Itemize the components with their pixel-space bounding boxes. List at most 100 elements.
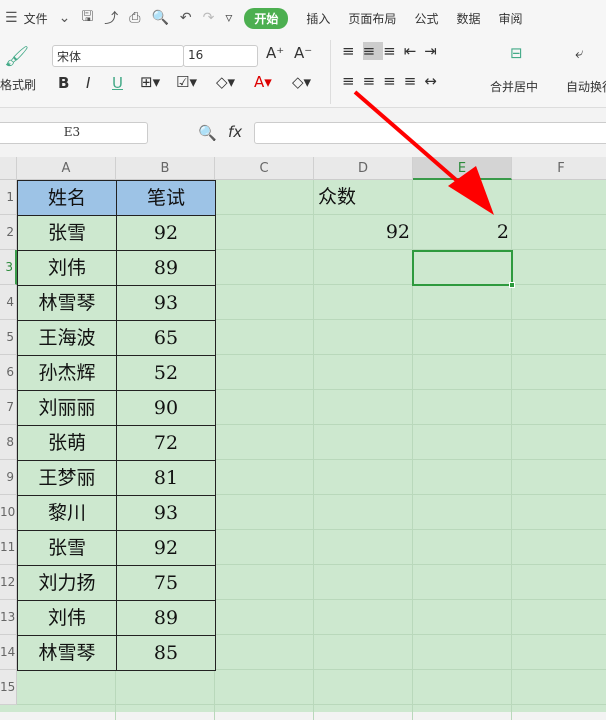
more-icon[interactable]: ▿ <box>225 10 232 26</box>
table-cell[interactable]: 89 <box>116 250 216 286</box>
table-cell[interactable]: 孙杰辉 <box>17 355 117 391</box>
decrease-font-icon[interactable]: A⁻ <box>294 44 312 62</box>
table-cell[interactable]: 刘丽丽 <box>17 390 117 426</box>
table-cell[interactable]: 90 <box>116 390 216 426</box>
name-box[interactable]: E3 <box>0 122 148 144</box>
table-cell[interactable]: 72 <box>116 425 216 461</box>
table-cell[interactable]: 张雪 <box>17 530 117 566</box>
formula-bar: E3 🔍 fx <box>0 112 606 156</box>
mode-label[interactable]: 众数 <box>318 180 378 215</box>
table-cell[interactable]: 52 <box>116 355 216 391</box>
align-horizontal-icons[interactable]: ≡≡≡≡↔ <box>342 72 445 90</box>
table-header[interactable]: 姓名 <box>17 180 117 216</box>
tab-page-layout[interactable]: 页面布局 <box>348 10 396 27</box>
column-header-B[interactable]: B <box>116 157 215 180</box>
row-header-3[interactable]: 3 <box>0 250 17 285</box>
eraser-icon[interactable]: ◇▾ <box>292 73 311 91</box>
tab-formulas[interactable]: 公式 <box>414 10 438 27</box>
merge-center-button[interactable]: 合并居中 <box>490 78 538 95</box>
row-header-6[interactable]: 6 <box>0 355 17 390</box>
row-header-5[interactable]: 5 <box>0 320 17 355</box>
table-cell[interactable]: 89 <box>116 600 216 636</box>
column-header-F[interactable]: F <box>512 157 606 180</box>
underline-button[interactable]: U <box>112 74 123 92</box>
chevron-down-icon[interactable]: ⌄ <box>59 10 71 26</box>
row-header-9[interactable]: 9 <box>0 460 17 495</box>
zoom-formula-icon[interactable]: 🔍 <box>198 124 217 142</box>
mode-count[interactable]: 2 <box>413 215 509 250</box>
fill-color-icon[interactable]: ◇▾ <box>216 73 235 91</box>
font-color-icon[interactable]: A▾ <box>254 73 272 91</box>
table-cell[interactable]: 张萌 <box>17 425 117 461</box>
row-header-13[interactable]: 13 <box>0 600 17 635</box>
merge-center-icon[interactable]: ⊟ <box>510 44 523 62</box>
select-all-corner[interactable] <box>0 157 17 180</box>
table-cell[interactable]: 王海波 <box>17 320 117 356</box>
tab-data[interactable]: 数据 <box>456 10 480 27</box>
table-cell[interactable]: 93 <box>116 495 216 531</box>
row-header-12[interactable]: 12 <box>0 565 17 600</box>
undo-icon[interactable]: ↶ <box>180 10 192 26</box>
column-header-A[interactable]: A <box>17 157 116 180</box>
table-header[interactable]: 笔试 <box>116 180 216 216</box>
align-vertical-icons[interactable]: ≡≡≡⇤⇥ <box>342 42 445 60</box>
row-header-4[interactable]: 4 <box>0 285 17 320</box>
fx-icon[interactable]: fx <box>228 123 242 141</box>
row-header-2[interactable]: 2 <box>0 215 17 250</box>
menu-icon[interactable]: ☰ <box>5 10 18 26</box>
spreadsheet-grid[interactable]: A B C D E F 1 2 3 4 5 6 7 8 9 10 11 12 13 14 15 姓名 笔试 张雪 92 刘伟 89 林… <box>0 157 606 720</box>
row-header-8[interactable]: 8 <box>0 425 17 460</box>
tab-review[interactable]: 审阅 <box>498 10 522 27</box>
wrap-text-icon[interactable]: ⤶ <box>575 44 583 62</box>
increase-font-icon[interactable]: A⁺ <box>266 44 284 62</box>
table-cell[interactable]: 林雪琴 <box>17 635 117 671</box>
tab-start[interactable]: 开始 <box>244 7 289 29</box>
save-icon[interactable]: 🖫 <box>81 6 93 30</box>
row-header-10[interactable]: 10 <box>0 495 17 530</box>
table-cell[interactable]: 刘力扬 <box>17 565 117 601</box>
font-name-select[interactable]: 宋体 <box>52 45 184 67</box>
table-cell[interactable]: 刘伟 <box>17 600 117 636</box>
file-menu[interactable]: 文件 <box>24 10 48 27</box>
print-preview-icon[interactable]: 🔍 <box>151 10 168 26</box>
format-painter-icon[interactable]: 🖌 <box>4 44 29 68</box>
table-cell[interactable]: 65 <box>116 320 216 356</box>
table-cell[interactable]: 刘伟 <box>17 250 117 286</box>
print-icon[interactable]: ⎙ <box>129 10 140 26</box>
quick-access-toolbar: ☰ 文件 ⌄ 🖫 ⤴ ⎙ 🔍 ↶ ↷ ▿ 开始 插入 页面布局 公式 数据 审阅 <box>0 0 606 36</box>
border-icon[interactable]: ⊞▾ <box>140 73 160 91</box>
redo-icon[interactable]: ↷ <box>203 10 215 26</box>
row-header-7[interactable]: 7 <box>0 390 17 425</box>
italic-button[interactable]: I <box>86 74 90 92</box>
table-cell[interactable]: 93 <box>116 285 216 321</box>
column-header-E[interactable]: E <box>413 157 512 180</box>
table-cell[interactable]: 林雪琴 <box>17 285 117 321</box>
column-header-C[interactable]: C <box>215 157 314 180</box>
ribbon: 🖌 格式刷 宋体 16 A⁺ A⁻ B I U ⊞▾ ☑▾ ◇▾ A▾ ◇▾ ≡… <box>0 36 606 108</box>
selected-cell-e3[interactable] <box>412 250 513 286</box>
row-header-11[interactable]: 11 <box>0 530 17 565</box>
fill-handle[interactable] <box>509 282 515 288</box>
formula-input[interactable] <box>254 122 606 144</box>
table-cell[interactable]: 张雪 <box>17 215 117 251</box>
font-size-select[interactable]: 16 <box>183 45 258 67</box>
column-header-D[interactable]: D <box>314 157 413 180</box>
table-cell[interactable]: 81 <box>116 460 216 496</box>
table-cell[interactable]: 黎川 <box>17 495 117 531</box>
table-cell[interactable]: 85 <box>116 635 216 671</box>
gridline <box>313 180 314 720</box>
table-cell[interactable]: 王梦丽 <box>17 460 117 496</box>
cell-style-icon[interactable]: ☑▾ <box>176 73 197 91</box>
table-cell[interactable]: 75 <box>116 565 216 601</box>
tab-insert[interactable]: 插入 <box>306 10 330 27</box>
table-cell[interactable]: 92 <box>116 530 216 566</box>
table-cell[interactable]: 92 <box>116 215 216 251</box>
export-icon[interactable]: ⤴ <box>104 8 118 28</box>
mode-value[interactable]: 92 <box>314 215 410 250</box>
wrap-text-button[interactable]: 自动换行 <box>566 78 606 95</box>
row-header-14[interactable]: 14 <box>0 635 17 670</box>
row-header-1[interactable]: 1 <box>0 180 17 215</box>
bold-button[interactable]: B <box>58 74 69 92</box>
format-painter-label[interactable]: 格式刷 <box>0 76 36 93</box>
row-header-15[interactable]: 15 <box>0 670 17 705</box>
